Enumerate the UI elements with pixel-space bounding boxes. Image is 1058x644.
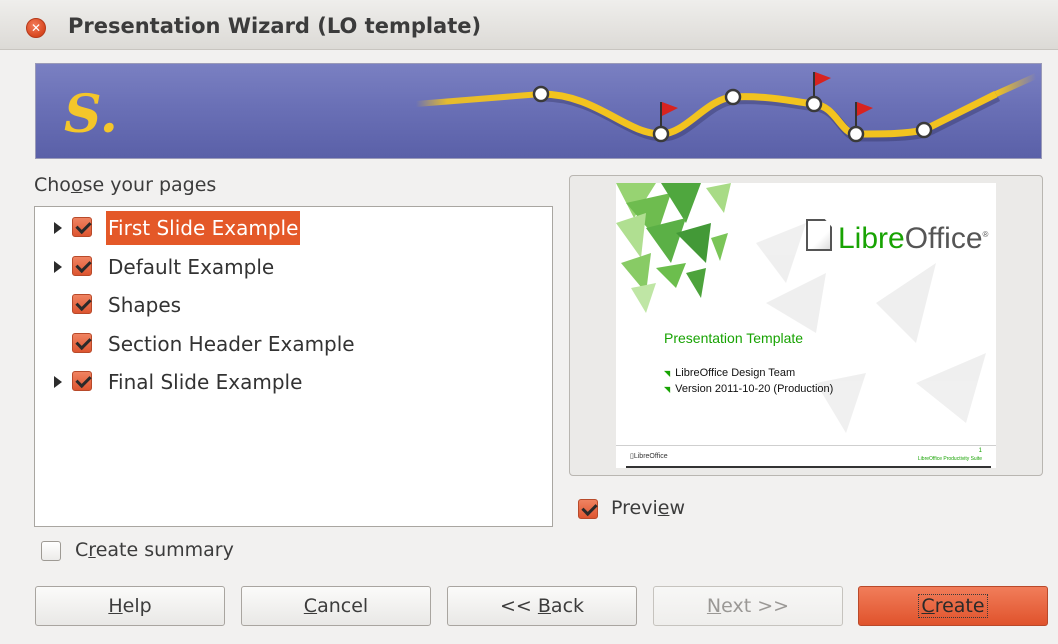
next-button[interactable]: Next >> bbox=[653, 586, 843, 626]
slide-page-number: 1 bbox=[978, 448, 982, 454]
page-checkbox[interactable] bbox=[72, 217, 92, 237]
label-text: Choose your pages bbox=[34, 174, 217, 196]
page-item-label[interactable]: Shapes bbox=[106, 288, 183, 322]
page-item-label[interactable]: Default Example bbox=[106, 250, 276, 284]
step-marker bbox=[805, 95, 823, 113]
step-marker bbox=[847, 125, 865, 143]
create-summary-label[interactable]: Create summary bbox=[75, 539, 234, 561]
step-marker bbox=[724, 88, 742, 106]
step-marker bbox=[532, 85, 550, 103]
banner-letter: S. bbox=[64, 84, 118, 145]
slide-bullet: ◥ Version 2011-10-20 (Production) bbox=[664, 383, 834, 395]
slide-preview: LibreOffice® Presentation Template ◥ Libr… bbox=[616, 183, 996, 468]
label-text: Next >> bbox=[706, 595, 790, 617]
step-marker bbox=[915, 121, 933, 139]
page-item[interactable]: Default Example bbox=[35, 250, 552, 284]
back-button[interactable]: << Back bbox=[447, 586, 637, 626]
step-marker bbox=[652, 125, 670, 143]
expand-arrow-icon[interactable] bbox=[54, 376, 62, 388]
page-item[interactable]: First Slide Example bbox=[35, 211, 552, 245]
label-text: Create summary bbox=[75, 539, 234, 561]
cancel-button[interactable]: Cancel bbox=[241, 586, 431, 626]
slide-footer-left: ▯LibreOffice bbox=[630, 453, 668, 460]
close-icon[interactable]: ✕ bbox=[26, 18, 46, 38]
create-button[interactable]: Create bbox=[858, 586, 1048, 626]
expand-arrow-icon[interactable] bbox=[54, 260, 62, 273]
document-icon bbox=[806, 219, 832, 251]
page-item-label[interactable]: First Slide Example bbox=[106, 211, 301, 245]
page-item-label[interactable]: Final Slide Example bbox=[106, 365, 304, 399]
page-item[interactable]: Final Slide Example bbox=[35, 365, 552, 399]
banner-graphic: S. bbox=[64, 72, 1038, 145]
preview-checkbox[interactable] bbox=[578, 499, 598, 519]
expand-arrow-icon[interactable] bbox=[54, 222, 62, 234]
page-item[interactable]: Section Header Example bbox=[35, 327, 552, 361]
label-text: Help bbox=[108, 595, 152, 617]
title-bar: ✕ Presentation Wizard (LO template) bbox=[0, 0, 1058, 50]
window-title: Presentation Wizard (LO template) bbox=[68, 14, 482, 38]
create-summary-checkbox[interactable] bbox=[41, 541, 61, 561]
page-item[interactable]: Shapes bbox=[35, 288, 552, 322]
preview-label[interactable]: Preview bbox=[611, 497, 685, 519]
page-checkbox[interactable] bbox=[72, 255, 92, 276]
label-text: << Back bbox=[499, 595, 585, 617]
label-text: Cancel bbox=[303, 595, 369, 617]
wizard-banner: S. bbox=[35, 63, 1042, 159]
choose-pages-label: Choose your pages bbox=[34, 174, 216, 196]
slide-bullet: ◥ LibreOffice Design Team bbox=[664, 367, 796, 379]
slide-title: Presentation Template bbox=[664, 330, 804, 346]
slide-footer: ▯LibreOffice 1 LibreOffice Productivity … bbox=[616, 445, 996, 468]
page-checkbox[interactable] bbox=[72, 371, 92, 391]
slide-footer-right: LibreOffice Productivity Suite bbox=[917, 456, 982, 462]
pages-tree[interactable]: First Slide Example Default Example Shapes… bbox=[34, 206, 553, 527]
page-item-label[interactable]: Section Header Example bbox=[106, 327, 357, 361]
page-checkbox[interactable] bbox=[72, 294, 92, 314]
label-text: Create bbox=[921, 595, 985, 617]
help-button[interactable]: Help bbox=[35, 586, 225, 626]
label-text: Preview bbox=[611, 497, 685, 519]
page-checkbox[interactable] bbox=[72, 332, 92, 353]
